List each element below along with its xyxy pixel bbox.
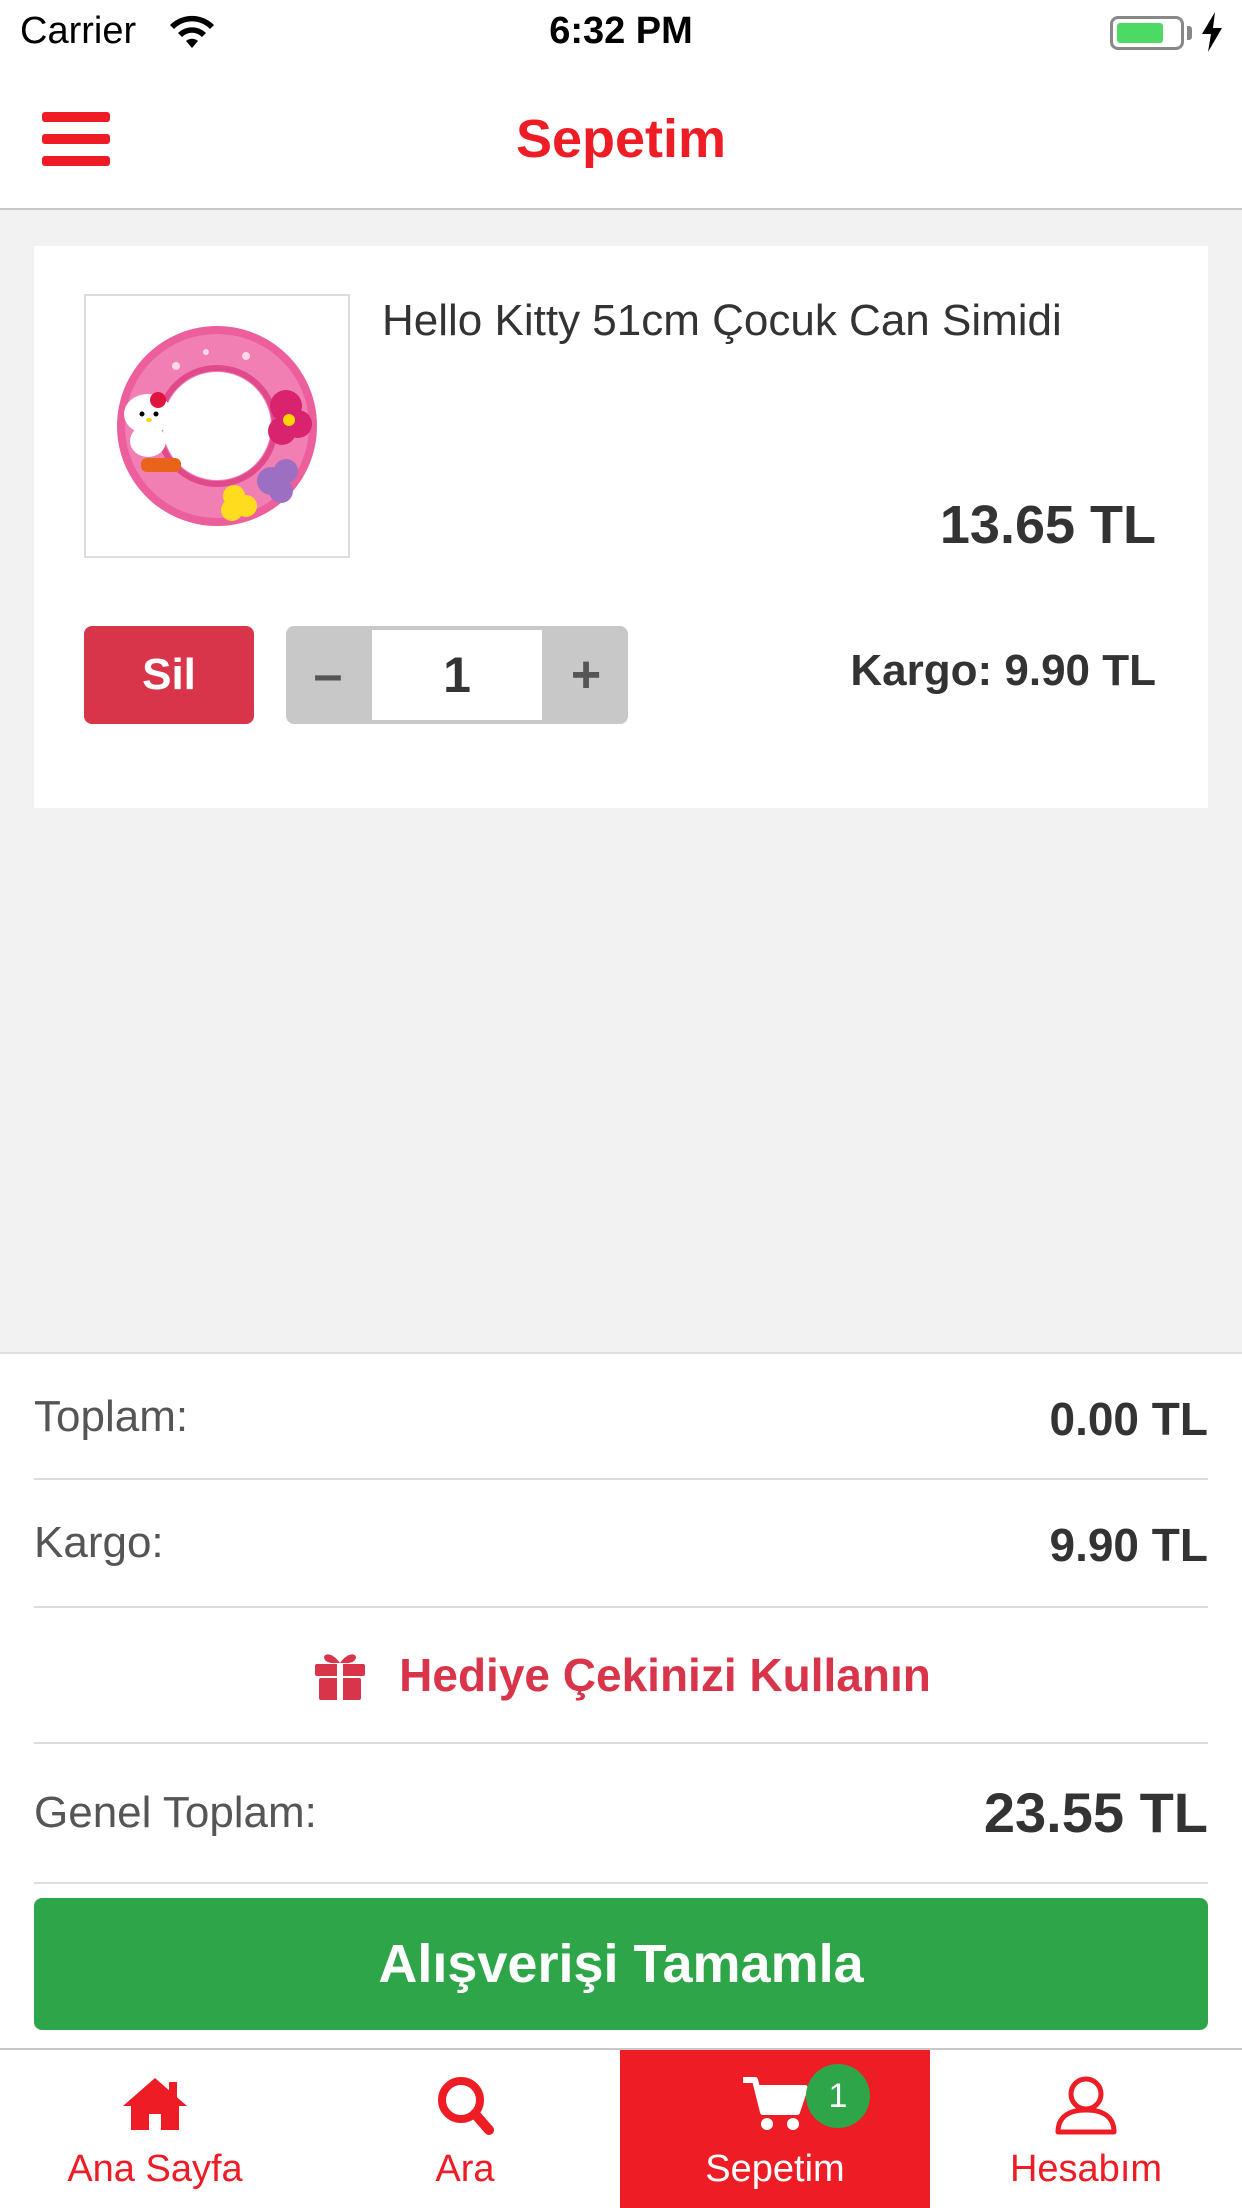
delete-button[interactable]: Sil bbox=[84, 626, 254, 724]
gift-voucher-link[interactable]: Hediye Çekinizi Kullanın bbox=[34, 1608, 1208, 1744]
tab-home-label: Ana Sayfa bbox=[67, 2148, 243, 2190]
cart-count-badge: 1 bbox=[806, 2064, 870, 2128]
product-image[interactable] bbox=[84, 294, 350, 558]
subtotal-label: Toplam: bbox=[34, 1392, 189, 1441]
decrease-quantity-button[interactable]: – bbox=[286, 626, 370, 724]
quantity-value[interactable]: 1 bbox=[372, 630, 542, 720]
grand-total-row: Genel Toplam: 23.55 TL bbox=[34, 1744, 1208, 1884]
order-summary: Toplam: 0.00 TL Kargo: 9.90 TL Hediye Çe… bbox=[0, 1352, 1242, 2050]
battery-tip bbox=[1187, 26, 1192, 40]
grand-total-value: 23.55 TL bbox=[983, 1781, 1208, 1844]
clock: 6:32 PM bbox=[549, 10, 693, 52]
product-price: 13.65 TL bbox=[939, 495, 1156, 555]
tab-account-label: Hesabım bbox=[1009, 2148, 1163, 2190]
home-icon bbox=[123, 2078, 187, 2130]
status-bar: Carrier 6:32 PM bbox=[0, 0, 1242, 66]
subtotal-row: Toplam: 0.00 TL bbox=[34, 1354, 1208, 1480]
shipping-label: Kargo: bbox=[34, 1518, 164, 1567]
tab-cart[interactable]: 1 Sepetim bbox=[620, 2050, 930, 2208]
grand-total-label: Genel Toplam: bbox=[34, 1788, 317, 1837]
quantity-stepper: – 1 + bbox=[286, 626, 628, 724]
shipping-value: 9.90 TL bbox=[1049, 1519, 1208, 1571]
battery-icon bbox=[1110, 16, 1184, 50]
cart-item-card: Hello Kitty 51cm Çocuk Can Simidi 13.65 … bbox=[34, 246, 1208, 808]
checkout-button[interactable]: Alışverişi Tamamla bbox=[34, 1898, 1208, 2030]
shipping-row: Kargo: 9.90 TL bbox=[34, 1480, 1208, 1608]
search-icon bbox=[438, 2077, 494, 2135]
subtotal-value: 0.00 TL bbox=[1049, 1393, 1208, 1445]
gift-voucher-label: Hediye Çekinizi Kullanın bbox=[399, 1649, 931, 1701]
tab-bar: Ana Sayfa Ara 1 Sepetim Hesabım bbox=[0, 2048, 1242, 2208]
charging-bolt-icon bbox=[1202, 12, 1222, 52]
product-name[interactable]: Hello Kitty 51cm Çocuk Can Simidi bbox=[382, 296, 1172, 346]
navigation-bar: Sepetim bbox=[0, 66, 1242, 210]
tab-home[interactable]: Ana Sayfa bbox=[0, 2050, 310, 2208]
page-title: Sepetim bbox=[515, 109, 727, 169]
item-shipping-cost: Kargo: 9.90 TL bbox=[850, 646, 1156, 695]
gift-icon bbox=[315, 1654, 366, 1700]
tab-account[interactable]: Hesabım bbox=[930, 2050, 1242, 2208]
tab-search[interactable]: Ara bbox=[310, 2050, 620, 2208]
user-icon bbox=[1055, 2076, 1117, 2135]
swim-ring-image bbox=[117, 326, 319, 526]
tab-cart-label: Sepetim bbox=[705, 2148, 845, 2190]
cart-icon bbox=[743, 2077, 808, 2130]
tab-search-label: Ara bbox=[435, 2148, 495, 2190]
increase-quantity-button[interactable]: + bbox=[544, 626, 628, 724]
